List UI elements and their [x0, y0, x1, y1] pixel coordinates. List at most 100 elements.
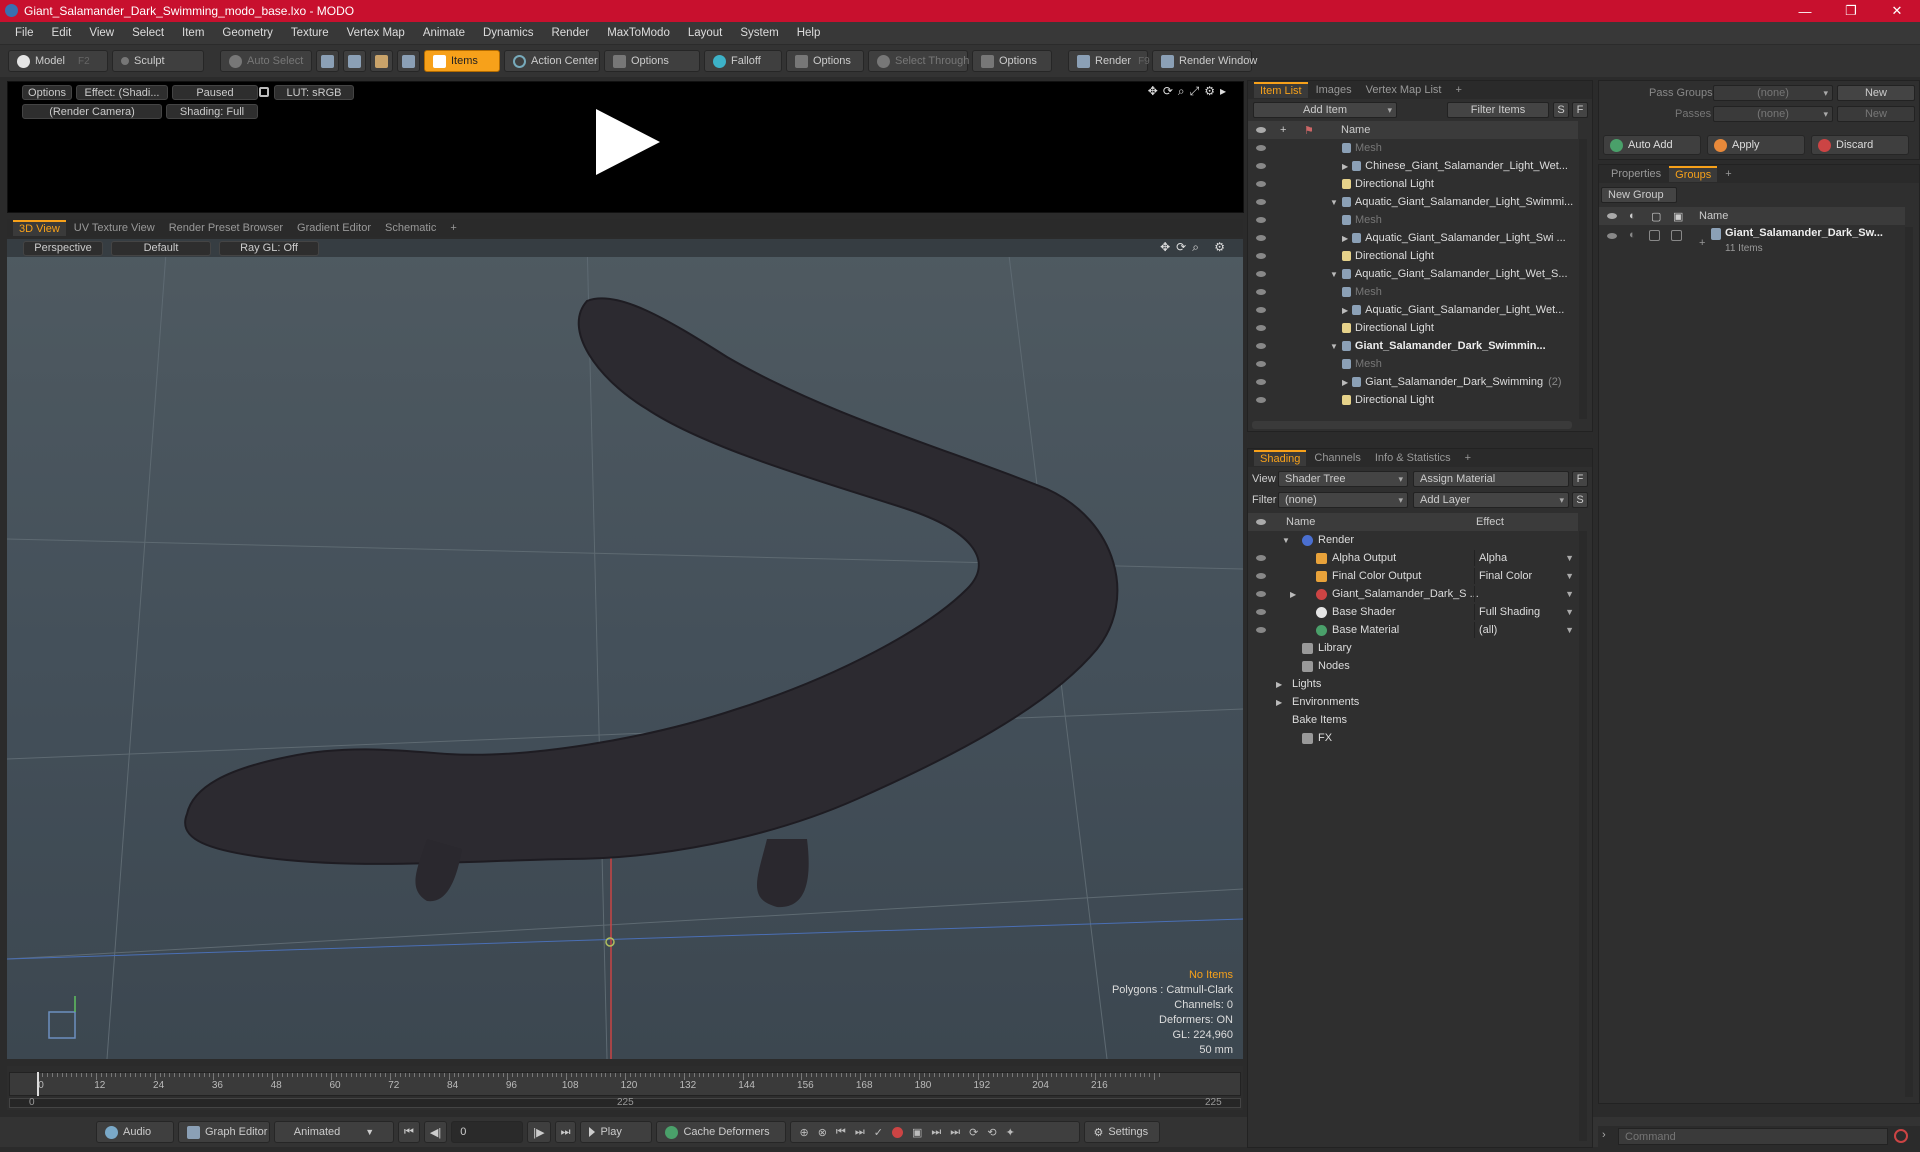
filter-dropdown[interactable]: (none) [1278, 492, 1408, 508]
playhead[interactable] [37, 1072, 39, 1096]
discard-button[interactable]: Discard [1811, 135, 1909, 155]
falloff-options-button[interactable]: Options [786, 50, 864, 72]
visibility-eye-icon[interactable] [1256, 325, 1266, 331]
effect-dropdown[interactable]: (all) ▼ [1474, 622, 1576, 638]
preview-paused-toggle[interactable]: Paused [172, 85, 258, 100]
command-expand-icon[interactable]: › [1602, 1129, 1606, 1141]
viewport-scene[interactable] [7, 239, 1243, 1059]
menu-dynamics[interactable]: Dynamics [474, 27, 542, 39]
shader-tree-row[interactable]: Base Shader Full Shading ▼ [1248, 603, 1578, 621]
select-through-options-button[interactable]: Options [972, 50, 1052, 72]
tab-uv-texture-view[interactable]: UV Texture View [68, 220, 161, 236]
assign-material-button[interactable]: Assign Material [1413, 471, 1569, 487]
visibility-eye-icon[interactable] [1256, 591, 1266, 597]
visibility-eye-icon[interactable] [1256, 271, 1266, 277]
preview-nav-icons[interactable]: ✥⟳⌕⤢⚙▸ [1148, 84, 1231, 99]
render-window-button[interactable]: Render Window [1152, 50, 1257, 72]
f-toggle-button[interactable]: F [1572, 102, 1588, 118]
record-icon[interactable] [891, 1126, 903, 1138]
animated-dropdown[interactable]: Animated ▼ [274, 1121, 394, 1143]
add-tab-button[interactable]: + [1449, 82, 1467, 98]
groups-scrollbar[interactable] [1905, 227, 1913, 1097]
tab-info-statistics[interactable]: Info & Statistics [1369, 450, 1457, 466]
next-icon[interactable]: ⏭ [931, 1126, 941, 1139]
menu-layout[interactable]: Layout [679, 27, 732, 39]
action-center-options-button[interactable]: Options [604, 50, 700, 72]
preview-lut-dropdown[interactable]: LUT: sRGB [274, 85, 354, 100]
menu-help[interactable]: Help [788, 27, 830, 39]
item-list-row[interactable]: ▶ Chinese_Giant_Salamander_Light_Wet... [1248, 157, 1578, 175]
visibility-eye-icon[interactable] [1256, 253, 1266, 259]
current-frame-field[interactable]: 0 [451, 1121, 524, 1143]
raygl-dropdown[interactable]: Ray GL: Off [219, 240, 319, 256]
visibility-eye-icon[interactable] [1256, 379, 1266, 385]
go-to-start-button[interactable]: ⏮ [398, 1121, 420, 1143]
command-history-icon[interactable] [1894, 1129, 1908, 1143]
audio-button[interactable]: Audio [96, 1121, 174, 1143]
add-tab-button[interactable]: + [1719, 166, 1737, 182]
edges-mode-button[interactable] [343, 50, 366, 72]
item-list-scrollbar[interactable] [1579, 139, 1587, 419]
item-list-row[interactable]: ▼ Aquatic_Giant_Salamander_Light_Swimmi..… [1248, 193, 1578, 211]
expand-arrow-icon[interactable]: ▶ [1276, 680, 1288, 689]
visibility-eye-icon[interactable] [1256, 289, 1266, 295]
falloff-button[interactable]: Falloff [704, 50, 782, 72]
sculpt-mode-button[interactable]: Sculpt [112, 50, 204, 72]
auto-key-icon[interactable]: ✓ [874, 1126, 883, 1139]
item-list-row[interactable]: Mesh [1248, 355, 1578, 373]
effect-dropdown[interactable]: ▼ [1474, 586, 1576, 602]
tab-images[interactable]: Images [1310, 82, 1358, 98]
visibility-eye-icon[interactable] [1256, 573, 1266, 579]
tab-3d-view[interactable]: 3D View [13, 220, 66, 236]
group-eye-icon[interactable] [1607, 233, 1617, 239]
preview-camera-dropdown[interactable]: (Render Camera) [22, 104, 162, 119]
add-layer-dropdown[interactable]: Add Layer [1413, 492, 1569, 508]
collapse-arrow-icon[interactable]: ▼ [1330, 342, 1338, 351]
collapse-arrow-icon[interactable]: ▼ [1282, 536, 1294, 545]
shader-tree-row[interactable]: ▼ Render [1248, 531, 1578, 549]
effect-dropdown[interactable]: Final Color ▼ [1474, 568, 1576, 584]
salamander-leg-back[interactable] [757, 839, 809, 908]
expand-arrow-icon[interactable]: ▶ [1342, 162, 1348, 171]
extra-icon[interactable]: ✦ [1006, 1126, 1015, 1139]
loop-icon[interactable]: ⟳ [969, 1126, 978, 1139]
item-list-row[interactable]: ▶ Aquatic_Giant_Salamander_Light_Swi ... [1248, 229, 1578, 247]
menu-animate[interactable]: Animate [414, 27, 474, 39]
menu-select[interactable]: Select [123, 27, 173, 39]
expand-arrow-icon[interactable]: ▶ [1342, 306, 1348, 315]
item-list-row[interactable]: Mesh [1248, 283, 1578, 301]
go-to-end-button[interactable]: ⏭ [554, 1121, 577, 1143]
item-list-row[interactable]: ▶ Giant_Salamander_Dark_Swimming (2) [1248, 373, 1578, 391]
visibility-eye-icon[interactable] [1256, 361, 1266, 367]
minimize-button[interactable]: — [1782, 4, 1828, 19]
new-pass-button[interactable]: New [1837, 106, 1915, 122]
preview-options-button[interactable]: Options [22, 85, 72, 100]
passes-dropdown[interactable]: (none) [1713, 106, 1833, 122]
salamander-model[interactable] [184, 297, 1119, 865]
key-icon[interactable]: ⊕ [799, 1126, 808, 1139]
prev-key-button[interactable]: ◀| [423, 1121, 448, 1143]
menu-view[interactable]: View [80, 27, 123, 39]
view-dropdown[interactable]: Shader Tree [1278, 471, 1408, 487]
shader-tree-row[interactable]: Library [1248, 639, 1578, 657]
key-icon[interactable]: ▣ [912, 1126, 922, 1139]
add-item-dropdown[interactable]: Add Item [1253, 102, 1397, 118]
apply-button[interactable]: Apply [1707, 135, 1805, 155]
collapse-arrow-icon[interactable]: ▼ [1330, 270, 1338, 279]
menu-edit[interactable]: Edit [43, 27, 81, 39]
command-input[interactable] [1618, 1128, 1888, 1145]
timeline[interactable]: 0 12 24 36 48 60 72 84 96 108 120 132 144 156 168 180 19… [7, 1066, 1243, 1110]
default-dropdown[interactable]: Default [111, 240, 211, 256]
collapse-arrow-icon[interactable]: ▼ [1330, 198, 1338, 207]
tab-render-preset-browser[interactable]: Render Preset Browser [163, 220, 289, 236]
item-list-row[interactable]: ▼ Giant_Salamander_Dark_Swimmin... [1248, 337, 1578, 355]
cache-deformers-button[interactable]: Cache Deformers [656, 1121, 787, 1143]
shader-tree-row[interactable]: Base Material (all) ▼ [1248, 621, 1578, 639]
shader-tree-row[interactable]: Alpha Output Alpha ▼ [1248, 549, 1578, 567]
tab-properties[interactable]: Properties [1605, 166, 1667, 182]
sync-icon[interactable]: ⟲ [987, 1126, 996, 1139]
item-list-row[interactable]: ▼ Aquatic_Giant_Salamander_Light_Wet_S... [1248, 265, 1578, 283]
shader-tree-row[interactable]: ▶ Giant_Salamander_Dark_S ... ▼ [1248, 585, 1578, 603]
tab-shading[interactable]: Shading [1254, 450, 1307, 466]
menu-geometry[interactable]: Geometry [213, 27, 282, 39]
